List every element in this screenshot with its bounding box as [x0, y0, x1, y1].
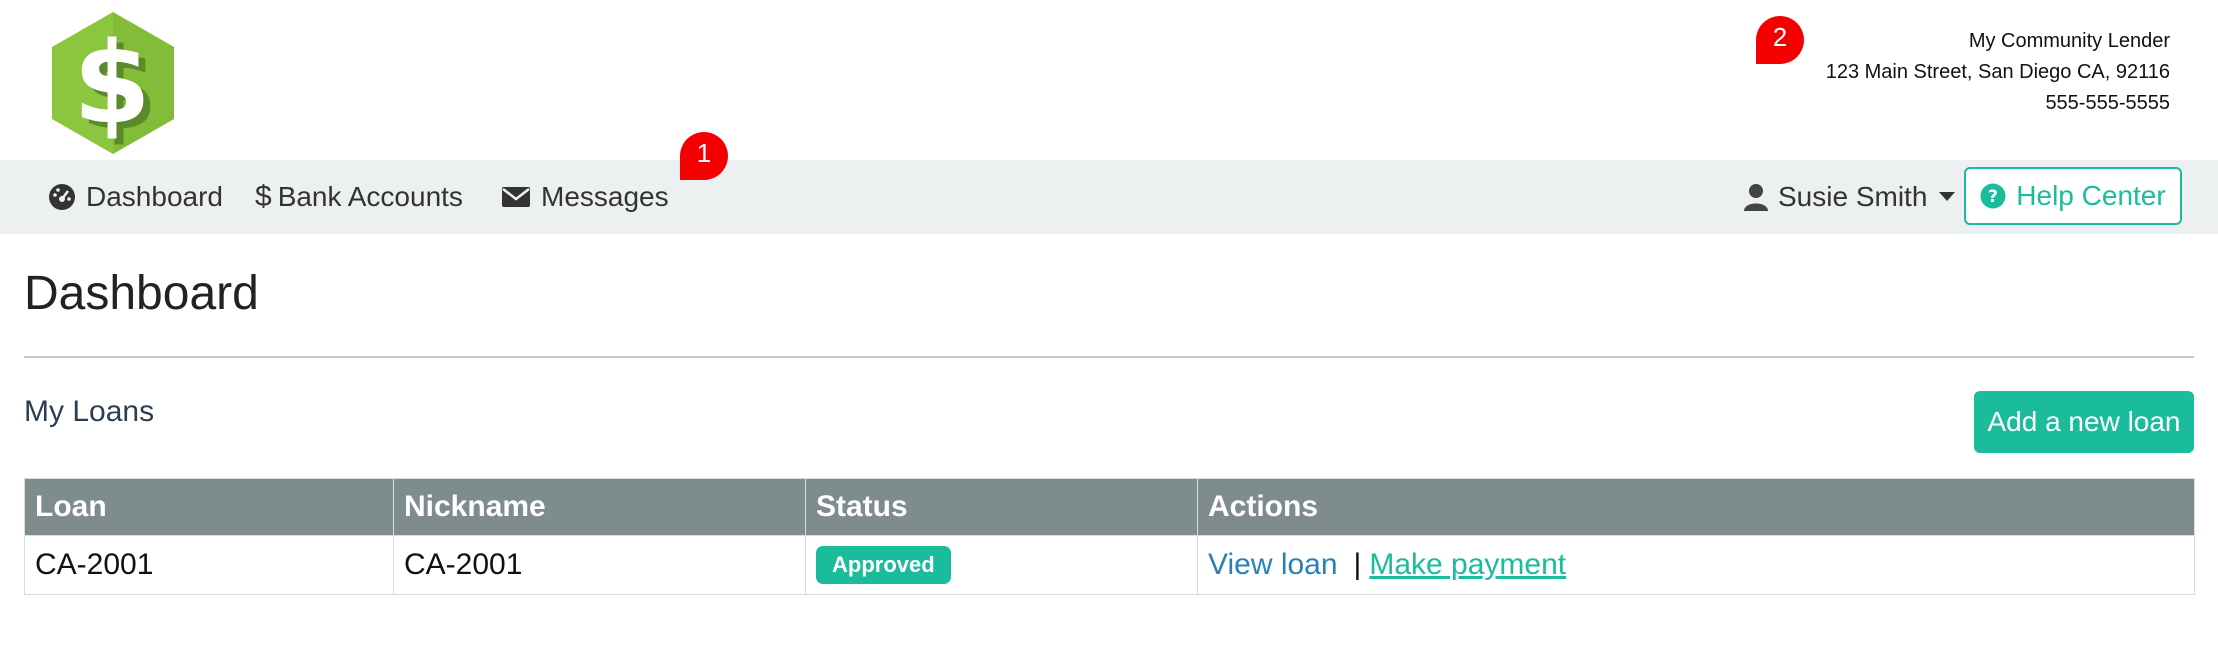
lender-phone: 555-555-5555 [2045, 92, 2170, 114]
title-divider [24, 356, 2194, 358]
question-circle-icon: ? [1980, 183, 2006, 209]
svg-text:?: ? [1988, 187, 1998, 207]
loan-actions-cell: View loan | Make payment [1197, 535, 2195, 595]
view-loan-link[interactable]: View loan [1208, 548, 1338, 581]
site-header: $ $ My Community Lender 123 Main Street,… [0, 0, 2218, 160]
loans-table: Loan Nickname Status Actions CA-2001 CA-… [24, 478, 2195, 595]
nav-item-bank-accounts[interactable]: $ Bank Accounts [255, 160, 463, 234]
dollar-hexagon-logo[interactable]: $ $ [48, 10, 178, 156]
annotation-marker-1-label: 1 [696, 138, 712, 168]
nav-item-bank-accounts-label: Bank Accounts [277, 181, 463, 212]
nav-item-messages-label: Messages [541, 181, 669, 212]
lender-name: My Community Lender [1968, 30, 2170, 52]
status-badge: Approved [816, 546, 951, 584]
user-icon [1744, 183, 1768, 211]
envelope-icon [501, 185, 531, 209]
nav-item-dashboard[interactable]: Dashboard [48, 160, 223, 234]
lender-contact-info: My Community Lender 123 Main Street, San… [1826, 26, 2170, 119]
table-row: CA-2001 CA-2001 Approved View loan | Make … [24, 535, 2195, 595]
column-header-nickname: Nickname [393, 478, 806, 536]
loan-nickname-cell: CA-2001 [393, 535, 806, 595]
annotation-marker-2: 2 [1752, 12, 1808, 68]
lender-address: 123 Main Street, San Diego CA, 92116 [1825, 61, 2170, 83]
caret-down-icon [1939, 192, 1956, 202]
column-header-actions: Actions [1197, 478, 2195, 536]
column-header-status: Status [805, 478, 1198, 536]
dollar-icon: $ [255, 180, 272, 213]
svg-text:$: $ [73, 19, 151, 149]
user-name-label: Susie Smith [1778, 181, 1928, 212]
make-payment-link[interactable]: Make payment [1369, 548, 1566, 581]
main-navbar: Dashboard $ Bank Accounts Messages 1 Sus… [0, 132, 2218, 234]
nav-item-dashboard-label: Dashboard [86, 181, 223, 212]
user-menu-dropdown[interactable]: Susie Smith [1744, 160, 1956, 234]
help-center-button[interactable]: ? Help Center [1964, 167, 2182, 225]
annotation-marker-1: 1 [676, 128, 732, 184]
loan-id-cell: CA-2001 [24, 535, 394, 595]
loan-status-cell: Approved [805, 535, 1198, 595]
annotation-marker-2-label: 2 [1772, 22, 1788, 52]
dashboard-gauge-icon [48, 183, 76, 211]
table-header-row: Loan Nickname Status Actions [24, 478, 2195, 536]
actions-separator: | [1353, 548, 1362, 581]
nav-item-messages[interactable]: Messages [501, 160, 669, 234]
my-loans-heading: My Loans [24, 395, 155, 428]
help-center-label: Help Center [2016, 180, 2166, 211]
add-loan-button[interactable]: Add a new loan [1974, 391, 2194, 453]
column-header-loan: Loan [24, 478, 394, 536]
page-title: Dashboard [24, 267, 259, 320]
